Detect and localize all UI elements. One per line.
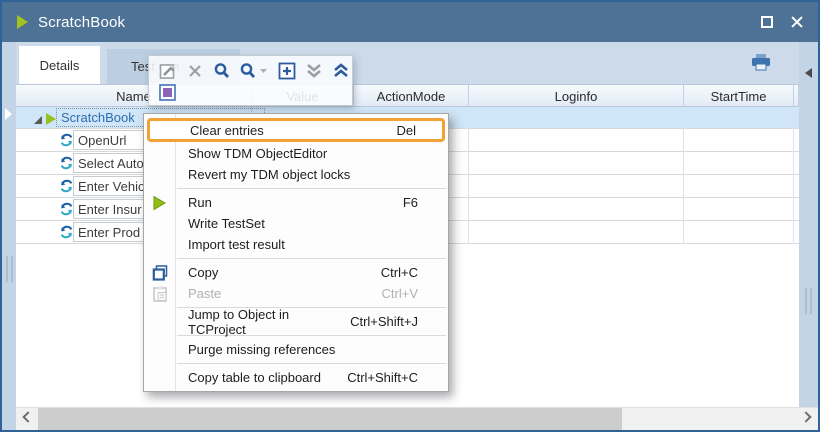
menu-item-shortcut: Del (396, 123, 416, 138)
menu-item-label: Copy (188, 265, 218, 280)
menu-item-label: Import test result (188, 237, 285, 252)
close-button[interactable] (790, 15, 804, 29)
column-header-starttime[interactable]: StartTime (684, 85, 794, 107)
menu-item-shortcut: Ctrl+Shift+C (347, 370, 418, 385)
purple-swatch-icon[interactable] (158, 83, 177, 102)
zoom-dropdown-icon[interactable] (239, 61, 269, 80)
tab-label: Details (40, 58, 80, 73)
printer-icon[interactable] (751, 54, 771, 76)
right-strip-grip[interactable] (805, 288, 812, 314)
refresh-icon (59, 224, 74, 245)
menu-item-label: Clear entries (190, 123, 264, 138)
menu-item-label: Paste (188, 286, 221, 301)
menu-item-paste[interactable]: Paste Ctrl+V (144, 283, 448, 304)
maximize-button[interactable] (761, 16, 773, 28)
table-header-row: NameValueActionModeLoginfoStartTime (16, 84, 799, 107)
scroll-right-icon[interactable] (800, 411, 811, 422)
menu-item-shortcut: F6 (403, 195, 418, 210)
menu-item-shortcut: Ctrl+Shift+J (350, 314, 418, 329)
play-icon (46, 113, 56, 125)
menu-item-label: Write TestSet (188, 216, 265, 231)
gridline (468, 107, 469, 244)
left-panel-strip[interactable] (2, 42, 16, 430)
gridline (793, 107, 794, 244)
tree-expander-icon[interactable] (34, 116, 42, 124)
refresh-icon (59, 178, 74, 199)
menu-item-jump-to-object-in-tcproject[interactable]: Jump to Object in TCProjectCtrl+Shift+J (144, 311, 448, 332)
menu-separator (177, 258, 446, 259)
refresh-icon (59, 132, 74, 153)
zoom-icon[interactable] (212, 61, 231, 80)
gridline (683, 107, 684, 244)
refresh-icon (59, 155, 74, 176)
menu-item-shortcut: Ctrl+C (381, 265, 418, 280)
title-bar: ScratchBook (2, 2, 818, 42)
collapse-all-icon[interactable] (304, 61, 323, 80)
menu-item-shortcut: Ctrl+V (382, 286, 418, 301)
scroll-left-icon[interactable] (22, 411, 33, 422)
menu-item-label: Purge missing references (188, 342, 335, 357)
left-strip-grip[interactable] (6, 256, 13, 282)
panel-expander-icon[interactable] (5, 108, 12, 120)
column-header-actionmode[interactable]: ActionMode (354, 85, 469, 107)
menu-item-purge-missing-references[interactable]: Purge missing references (144, 339, 448, 360)
menu-item-revert-tdm-object-locks[interactable]: Revert my TDM object locks (144, 164, 448, 185)
menu-item-run[interactable]: Run F6 (144, 192, 448, 213)
menu-item-label: Jump to Object in TCProject (188, 307, 350, 337)
menu-item-label: Copy table to clipboard (188, 370, 321, 385)
tab-details[interactable]: Details (19, 46, 100, 84)
window-title: ScratchBook (38, 14, 125, 31)
horizontal-scrollbar[interactable] (16, 407, 818, 430)
collapse-panel-icon[interactable] (805, 68, 812, 78)
menu-item-copy-table-to-clipboard[interactable]: Copy table to clipboard Ctrl+Shift+C (144, 367, 448, 388)
menu-item-copy[interactable]: Copy Ctrl+C (144, 262, 448, 283)
refresh-icon (59, 201, 74, 222)
play-icon (17, 15, 28, 29)
tab-strip: Test con Details (16, 42, 799, 84)
edit-icon[interactable] (158, 61, 177, 80)
menu-separator (177, 363, 446, 364)
menu-item-label: Revert my TDM object locks (188, 167, 350, 182)
scratchbook-window: ScratchBook Test con Details NameValueAc… (0, 0, 820, 432)
paste-icon (152, 285, 168, 302)
add-window-icon[interactable] (277, 61, 296, 80)
menu-item-write-testset[interactable]: Write TestSet (144, 213, 448, 234)
menu-separator (177, 188, 446, 189)
scrollbar-thumb[interactable] (38, 408, 622, 430)
menu-item-label: Run (188, 195, 212, 210)
column-header-loginfo[interactable]: Loginfo (469, 85, 684, 107)
right-panel-strip[interactable] (799, 42, 818, 407)
delete-icon[interactable] (185, 61, 204, 80)
expand-all-icon[interactable] (331, 61, 350, 80)
menu-item-clear-entries[interactable]: Clear entries Del (147, 118, 445, 142)
copy-icon (152, 264, 169, 281)
floating-toolbar (148, 55, 353, 106)
run-play-icon (152, 195, 167, 210)
menu-item-show-tdm-objecteditor[interactable]: Show TDM ObjectEditor (144, 143, 448, 164)
menu-item-label: Show TDM ObjectEditor (188, 146, 327, 161)
menu-item-import-test-result[interactable]: Import test result (144, 234, 448, 255)
context-menu: Clear entries Del Show TDM ObjectEditor Rev… (143, 113, 449, 392)
